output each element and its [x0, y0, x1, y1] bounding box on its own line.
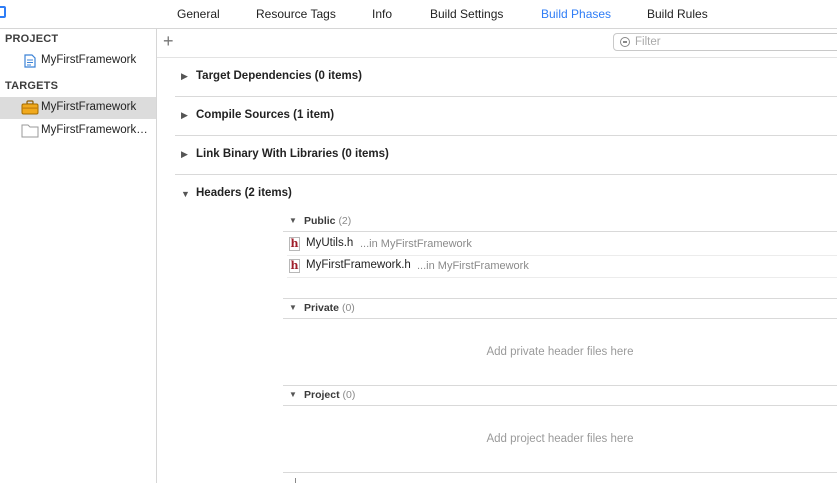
- phase-compile-sources[interactable]: ▶ Compile Sources (1 item): [175, 96, 837, 136]
- add-header-button-fragment[interactable]: [295, 478, 296, 483]
- section-title: Private (0): [304, 302, 355, 314]
- phase-title: Target Dependencies (0 items): [196, 70, 362, 82]
- project-headers-drop-zone[interactable]: Add project header files here: [283, 433, 837, 445]
- header-file-row[interactable]: h MyFirstFramework.h ...in MyFirstFramew…: [287, 255, 837, 278]
- file-location: ...in MyFirstFramework: [360, 238, 472, 250]
- tab-build-rules[interactable]: Build Rules: [647, 7, 708, 21]
- headers-private-section[interactable]: ▼ Private (0): [283, 299, 837, 319]
- section-name: Public: [304, 215, 336, 227]
- headers-public-section[interactable]: ▼ Public (2): [283, 212, 837, 232]
- sidebar-item-label: MyFirstFramework: [41, 54, 137, 66]
- file-location: ...in MyFirstFramework: [417, 260, 529, 272]
- disclosure-down-icon[interactable]: ▼: [181, 189, 190, 199]
- section-count: (0): [342, 389, 356, 401]
- disclosure-down-icon[interactable]: ▼: [289, 216, 297, 225]
- disclosure-right-icon[interactable]: ▶: [181, 71, 188, 82]
- file-name: MyFirstFramework.h: [306, 259, 411, 271]
- sidebar-item-label: MyFirstFrameworkTests: [41, 124, 153, 136]
- phase-link-binary[interactable]: ▶ Link Binary With Libraries (0 items): [175, 135, 837, 175]
- sidebar-item-project[interactable]: MyFirstFramework: [0, 50, 156, 72]
- project-target-sidebar: PROJECT MyFirstFramework TARGETS MyFirst…: [0, 29, 157, 483]
- section-name: Project: [304, 389, 340, 401]
- header-file-row[interactable]: h MyUtils.h ...in MyFirstFramework: [287, 233, 837, 256]
- section-divider: [283, 472, 837, 473]
- header-file-icon: h: [289, 259, 300, 273]
- framework-toolbox-icon: [21, 100, 39, 118]
- disclosure-right-icon[interactable]: ▶: [181, 110, 188, 121]
- phase-title: Link Binary With Libraries (0 items): [196, 148, 389, 160]
- section-title: Project (0): [304, 389, 355, 401]
- build-phases-toolbar: + Filter: [157, 29, 837, 57]
- sidebar-item-label: MyFirstFramework: [41, 101, 137, 113]
- targets-section-header: TARGETS: [5, 80, 59, 92]
- tab-general[interactable]: General: [177, 7, 220, 21]
- project-file-icon: [24, 54, 36, 71]
- tab-resource-tags[interactable]: Resource Tags: [256, 7, 336, 21]
- section-count: (0): [341, 302, 355, 314]
- sidebar-item-target-tests[interactable]: MyFirstFrameworkTests: [0, 120, 156, 142]
- add-build-phase-button[interactable]: +: [163, 31, 174, 52]
- phase-target-dependencies[interactable]: ▶ Target Dependencies (0 items): [175, 57, 837, 97]
- editor-tab-bar: General Resource Tags Info Build Setting…: [0, 0, 837, 29]
- filter-placeholder: Filter: [635, 36, 661, 48]
- header-file-icon: h: [289, 237, 300, 251]
- file-name: MyUtils.h: [306, 237, 354, 249]
- test-bundle-icon: [21, 123, 39, 141]
- disclosure-down-icon[interactable]: ▼: [289, 390, 297, 399]
- section-title: Public (2): [304, 215, 351, 227]
- section-count: (2): [338, 215, 352, 227]
- tab-build-settings[interactable]: Build Settings: [430, 7, 503, 21]
- sidebar-item-target-framework[interactable]: MyFirstFramework: [0, 97, 156, 119]
- tab-build-phases[interactable]: Build Phases: [541, 7, 611, 21]
- phase-headers[interactable]: ▼ Headers (2 items): [175, 174, 837, 213]
- filter-field[interactable]: Filter: [613, 33, 837, 51]
- private-headers-drop-zone[interactable]: Add private header files here: [283, 346, 837, 358]
- headers-project-section[interactable]: ▼ Project (0): [283, 386, 837, 406]
- disclosure-right-icon[interactable]: ▶: [181, 149, 188, 160]
- filter-icon: [620, 37, 630, 47]
- disclosure-down-icon[interactable]: ▼: [289, 303, 297, 312]
- project-section-header: PROJECT: [5, 33, 59, 45]
- phase-title: Compile Sources (1 item): [196, 109, 335, 121]
- tab-info[interactable]: Info: [372, 7, 392, 21]
- sidebar-toggle-icon[interactable]: [0, 6, 6, 18]
- section-name: Private: [304, 302, 340, 314]
- phase-title: Headers (2 items): [196, 187, 292, 199]
